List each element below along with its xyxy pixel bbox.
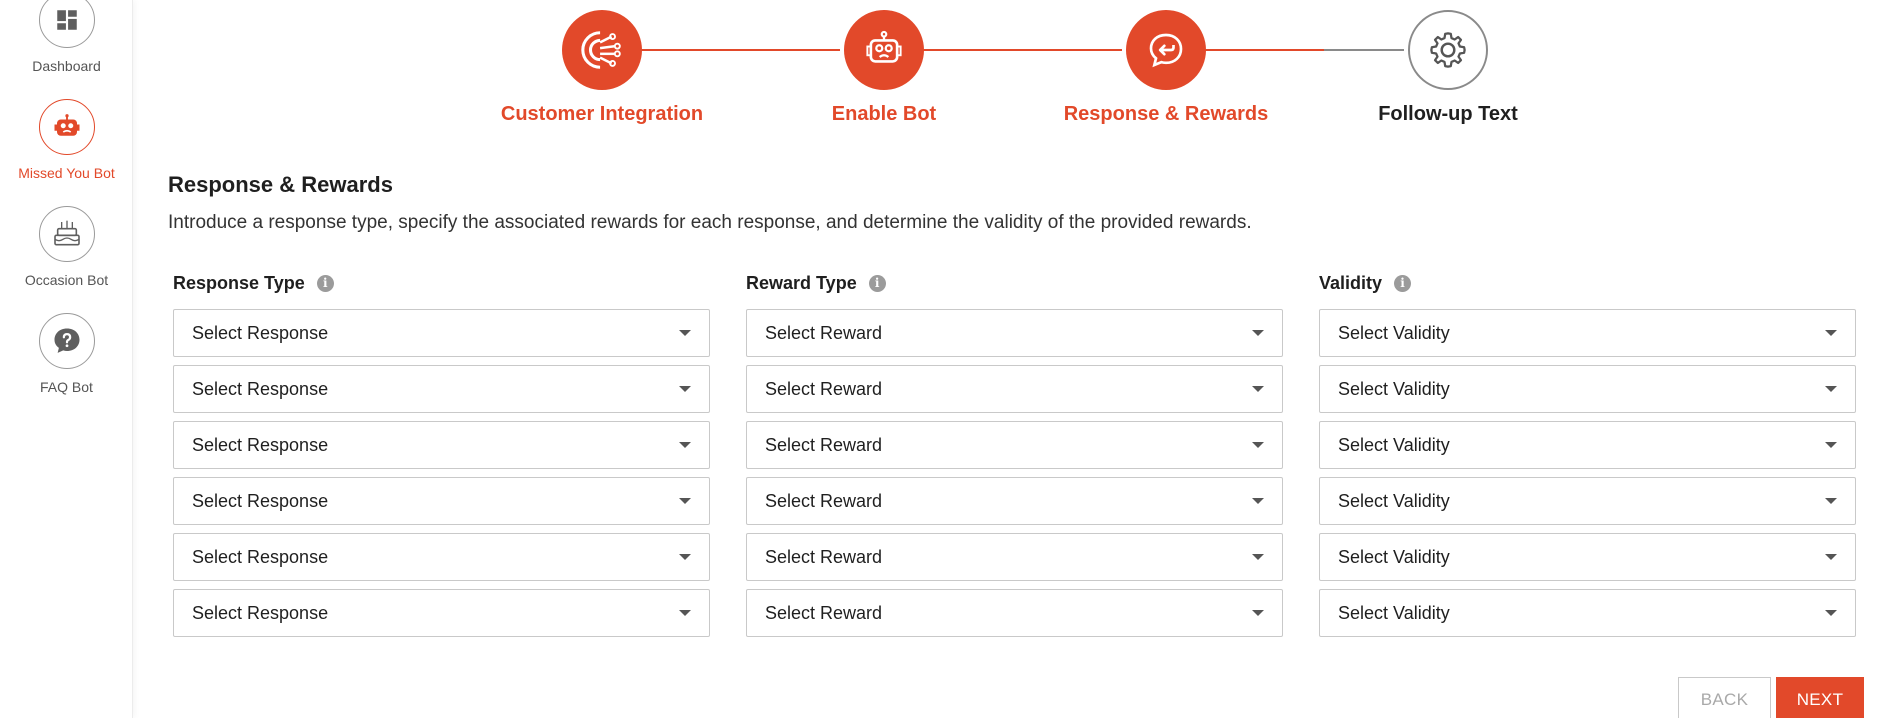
info-icon[interactable]: i xyxy=(1394,274,1412,292)
step-label: Customer Integration xyxy=(500,103,704,125)
validity-select[interactable]: Select Validity xyxy=(1319,365,1856,413)
section-description: Introduce a response type, specify the a… xyxy=(168,212,1252,233)
caret-down-icon xyxy=(679,386,691,392)
select-value: Select Response xyxy=(192,546,329,567)
column-label: Reward Type xyxy=(746,272,857,293)
caret-down-icon xyxy=(1825,386,1837,392)
select-value: Select Response xyxy=(192,490,329,511)
caret-down-icon xyxy=(1252,498,1264,504)
reward-type-column: Reward Type i Select Reward Select Rewar… xyxy=(741,268,1283,637)
select-value: Select Validity xyxy=(1338,546,1450,567)
info-icon[interactable]: i xyxy=(868,274,886,292)
select-value: Select Reward xyxy=(765,546,883,567)
select-value: Select Response xyxy=(192,602,329,623)
caret-down-icon xyxy=(1825,330,1837,336)
column-label: Response Type xyxy=(173,272,305,293)
sidebar-item-label: FAQ Bot xyxy=(40,379,93,395)
caret-down-icon xyxy=(1825,554,1837,560)
response-type-select[interactable]: Select Response xyxy=(173,589,710,637)
caret-down-icon xyxy=(1252,330,1264,336)
chat-reply-icon xyxy=(1126,10,1206,90)
reward-type-select[interactable]: Select Reward xyxy=(746,533,1283,581)
progress-stepper: Customer Integration Enable Bot Response… xyxy=(0,0,1893,130)
caret-down-icon xyxy=(679,330,691,336)
select-value: Select Reward xyxy=(765,602,883,623)
caret-down-icon xyxy=(1252,442,1264,448)
reward-type-select[interactable]: Select Reward xyxy=(746,589,1283,637)
select-value: Select Reward xyxy=(765,378,883,399)
column-header: Reward Type i xyxy=(741,268,1278,298)
response-type-select[interactable]: Select Response xyxy=(173,365,710,413)
sidebar-item-occasion-bot[interactable]: Occasion Bot xyxy=(0,206,133,288)
reward-type-select[interactable]: Select Reward xyxy=(746,477,1283,525)
section-title: Response & Rewards xyxy=(168,172,393,197)
validity-select[interactable]: Select Validity xyxy=(1319,309,1856,357)
caret-down-icon xyxy=(1825,442,1837,448)
cake-icon xyxy=(38,206,95,262)
select-value: Select Validity xyxy=(1338,602,1450,623)
response-type-select[interactable]: Select Response xyxy=(173,309,710,357)
validity-select[interactable]: Select Validity xyxy=(1319,477,1856,525)
step-label: Follow-up Text xyxy=(1378,103,1518,125)
caret-down-icon xyxy=(679,498,691,504)
back-button[interactable]: BACK xyxy=(1678,677,1771,718)
next-button[interactable]: NEXT xyxy=(1776,677,1864,718)
response-type-select[interactable]: Select Response xyxy=(173,477,710,525)
select-value: Select Response xyxy=(192,322,329,343)
reward-type-select[interactable]: Select Reward xyxy=(746,421,1283,469)
select-value: Select Validity xyxy=(1338,490,1450,511)
sidebar-item-label: Missed You Bot xyxy=(18,165,115,181)
step-follow-up-text[interactable]: Follow-up Text xyxy=(1318,10,1578,126)
caret-down-icon xyxy=(1825,610,1837,616)
validity-column: Validity i Select Validity Select Validi… xyxy=(1314,268,1856,637)
response-type-select[interactable]: Select Response xyxy=(173,533,710,581)
select-value: Select Validity xyxy=(1338,378,1450,399)
column-label: Validity xyxy=(1319,272,1383,293)
sidebar-item-faq-bot[interactable]: FAQ Bot xyxy=(0,313,133,395)
step-label: Enable Bot xyxy=(831,103,937,125)
reward-type-select[interactable]: Select Reward xyxy=(746,309,1283,357)
integration-icon xyxy=(562,10,642,90)
caret-down-icon xyxy=(679,554,691,560)
step-label: Response & Rewards xyxy=(1063,103,1269,125)
column-header: Response Type i xyxy=(168,268,705,298)
caret-down-icon xyxy=(679,610,691,616)
caret-down-icon xyxy=(1252,554,1264,560)
response-type-select[interactable]: Select Response xyxy=(173,421,710,469)
select-value: Select Response xyxy=(192,434,329,455)
robot-icon xyxy=(844,10,924,90)
step-enable-bot[interactable]: Enable Bot xyxy=(754,10,1014,126)
validity-select[interactable]: Select Validity xyxy=(1319,421,1856,469)
caret-down-icon xyxy=(679,442,691,448)
select-value: Select Reward xyxy=(765,322,883,343)
select-value: Select Response xyxy=(192,378,329,399)
select-value: Select Reward xyxy=(765,434,883,455)
caret-down-icon xyxy=(1825,498,1837,504)
response-type-column: Response Type i Select Response Select R… xyxy=(168,268,710,637)
gear-icon xyxy=(1408,10,1488,90)
step-response-rewards[interactable]: Response & Rewards xyxy=(1036,10,1296,126)
sidebar-item-label: Occasion Bot xyxy=(24,272,109,288)
select-value: Select Reward xyxy=(765,490,883,511)
reward-type-select[interactable]: Select Reward xyxy=(746,365,1283,413)
question-icon xyxy=(38,313,95,369)
step-customer-integration[interactable]: Customer Integration xyxy=(472,10,732,126)
column-header: Validity i xyxy=(1314,268,1851,298)
validity-select[interactable]: Select Validity xyxy=(1319,533,1856,581)
select-value: Select Validity xyxy=(1338,434,1450,455)
validity-select[interactable]: Select Validity xyxy=(1319,589,1856,637)
info-icon[interactable]: i xyxy=(316,274,334,292)
caret-down-icon xyxy=(1252,386,1264,392)
caret-down-icon xyxy=(1252,610,1264,616)
select-value: Select Validity xyxy=(1338,322,1450,343)
